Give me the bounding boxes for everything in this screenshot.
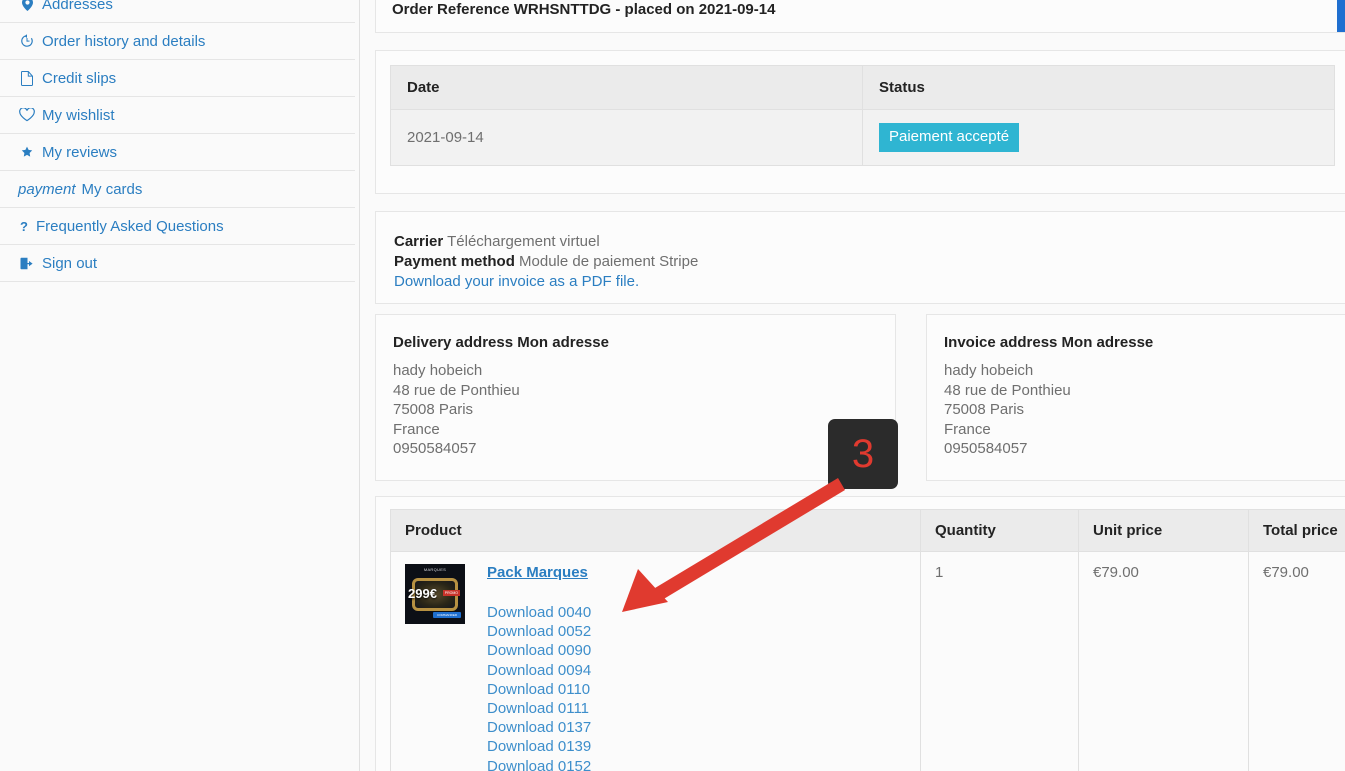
product-info: Pack Marques Download 0040 Download 0052… xyxy=(487,564,591,771)
delivery-address-title: Delivery address Mon adresse xyxy=(393,334,609,351)
download-link[interactable]: Download 0111 xyxy=(487,699,591,718)
product-cell: MARQUES 299€ PROMO COMMANDER Pack Marque… xyxy=(390,551,921,771)
delivery-address-line: hady hobeich xyxy=(393,362,483,379)
status-cell-date: 2021-09-14 xyxy=(390,109,863,166)
sign-out-icon xyxy=(18,257,36,270)
products-col-product: Product xyxy=(390,509,921,552)
product-thumbnail[interactable]: MARQUES 299€ PROMO COMMANDER xyxy=(405,564,465,624)
heart-icon xyxy=(18,108,36,122)
annotation-step-badge: 3 xyxy=(828,419,898,489)
carrier-label: Carrier xyxy=(394,233,444,250)
product-total-price-cell: €79.00 xyxy=(1248,551,1345,771)
download-link[interactable]: Download 0110 xyxy=(487,680,591,699)
star-icon xyxy=(18,146,36,158)
payment-method-value: Module de paiement Stripe xyxy=(519,252,699,270)
delivery-address-panel: Delivery address Mon adresse hady hobeic… xyxy=(375,314,896,481)
vertical-scrollbar-thumb[interactable] xyxy=(1337,0,1345,32)
sidebar-item-label: Sign out xyxy=(42,254,98,272)
download-link[interactable]: Download 0137 xyxy=(487,718,591,737)
products-col-total-price: Total price xyxy=(1248,509,1345,552)
table-header-row: Product Quantity Unit price Total price xyxy=(390,509,1345,552)
invoice-address-line: France xyxy=(944,420,991,438)
delivery-address-line: 0950584057 xyxy=(393,440,477,457)
invoice-address-panel: Invoice address Mon adresse hady hobeich… xyxy=(926,314,1345,481)
sidebar-item-my-cards[interactable]: payment My cards xyxy=(0,171,355,208)
products-table: Product Quantity Unit price Total price … xyxy=(390,509,1345,771)
sidebar-item-label: Frequently Asked Questions xyxy=(36,217,224,235)
products-col-unit-price: Unit price xyxy=(1078,509,1249,552)
status-col-date: Date xyxy=(390,65,863,110)
download-link[interactable]: Download 0152 xyxy=(487,757,591,771)
sidebar-item-sign-out[interactable]: Sign out xyxy=(0,245,355,282)
products-panel: Product Quantity Unit price Total price … xyxy=(375,496,1345,771)
thumbnail-price-text: 299€ xyxy=(408,586,437,601)
order-detail-page: Addresses Order history and details Cred… xyxy=(0,0,1345,771)
carrier-payment-panel: Carrier Téléchargement virtuel Payment m… xyxy=(375,211,1345,304)
status-col-status: Status xyxy=(862,65,1335,110)
order-status-table: Date Status 2021-09-14 Paiement accepté xyxy=(390,65,1335,166)
delivery-address-line: France xyxy=(393,420,440,438)
thumbnail-tag-text: PROMO xyxy=(442,590,460,596)
sidebar-item-label: My reviews xyxy=(42,143,118,161)
status-badge: Paiement accepté xyxy=(879,123,1020,152)
products-col-quantity: Quantity xyxy=(920,509,1079,552)
sidebar-item-label: My wishlist xyxy=(42,106,115,124)
delivery-address-line: 75008 Paris xyxy=(393,401,474,418)
sidebar-item-credit-slips[interactable]: Credit slips xyxy=(0,60,355,97)
product-quantity-cell: 1 xyxy=(920,551,1079,771)
sidebar-divider xyxy=(359,0,360,771)
thumbnail-brand-text: MARQUES xyxy=(423,567,447,572)
product-name-link[interactable]: Pack Marques xyxy=(487,564,588,581)
order-reference-panel: Order Reference WRHSNTTDG - placed on 20… xyxy=(375,0,1345,33)
delivery-address-line: 48 rue de Ponthieu xyxy=(393,381,520,399)
account-sidebar: Addresses Order history and details Cred… xyxy=(0,0,355,282)
carrier-value: Téléchargement virtuel xyxy=(447,233,600,250)
table-row: MARQUES 299€ PROMO COMMANDER Pack Marque… xyxy=(390,551,1345,771)
invoice-address-line: hady hobeich xyxy=(944,362,1034,379)
download-invoice-link[interactable]: Download your invoice as a PDF file. xyxy=(394,273,639,290)
download-link[interactable]: Download 0139 xyxy=(487,737,591,756)
payment-method-label: Payment method xyxy=(394,252,515,270)
status-cell-status: Paiement accepté xyxy=(862,109,1335,166)
sidebar-item-addresses[interactable]: Addresses xyxy=(0,0,355,23)
table-header-row: Date Status xyxy=(390,65,1335,110)
download-link[interactable]: Download 0040 xyxy=(487,603,591,622)
order-status-panel: Date Status 2021-09-14 Paiement accepté xyxy=(375,50,1345,194)
map-marker-icon xyxy=(18,0,36,11)
invoice-address-line: 48 rue de Ponthieu xyxy=(944,381,1071,399)
sidebar-item-order-history[interactable]: Order history and details xyxy=(0,23,355,60)
file-icon xyxy=(18,70,36,86)
sidebar-item-my-reviews[interactable]: My reviews xyxy=(0,134,355,171)
svg-text:?: ? xyxy=(20,220,28,233)
question-mark-icon: ? xyxy=(18,220,30,233)
sidebar-item-wishlist[interactable]: My wishlist xyxy=(0,97,355,134)
download-link[interactable]: Download 0090 xyxy=(487,641,591,660)
download-link[interactable]: Download 0052 xyxy=(487,622,591,641)
sidebar-item-label: Order history and details xyxy=(42,32,206,50)
product-unit-price-cell: €79.00 xyxy=(1078,551,1249,771)
payment-text-icon: payment xyxy=(18,180,76,198)
table-row: 2021-09-14 Paiement accepté xyxy=(390,109,1335,166)
invoice-address-title: Invoice address Mon adresse xyxy=(944,334,1154,351)
sidebar-item-label: Credit slips xyxy=(42,69,117,87)
sidebar-item-label: My cards xyxy=(81,180,143,198)
history-icon xyxy=(18,34,36,48)
order-reference-heading: Order Reference WRHSNTTDG - placed on 20… xyxy=(392,1,776,18)
payment-method-line: Payment method Module de paiement Stripe xyxy=(394,252,1331,272)
sidebar-item-faq[interactable]: ? Frequently Asked Questions xyxy=(0,208,355,245)
carrier-line: Carrier Téléchargement virtuel xyxy=(394,232,1331,252)
sidebar-item-label: Addresses xyxy=(42,0,113,13)
invoice-address-line: 75008 Paris xyxy=(944,401,1025,418)
invoice-address-line: 0950584057 xyxy=(944,440,1028,457)
download-link[interactable]: Download 0094 xyxy=(487,661,591,680)
thumbnail-button-text: COMMANDER xyxy=(433,612,461,618)
